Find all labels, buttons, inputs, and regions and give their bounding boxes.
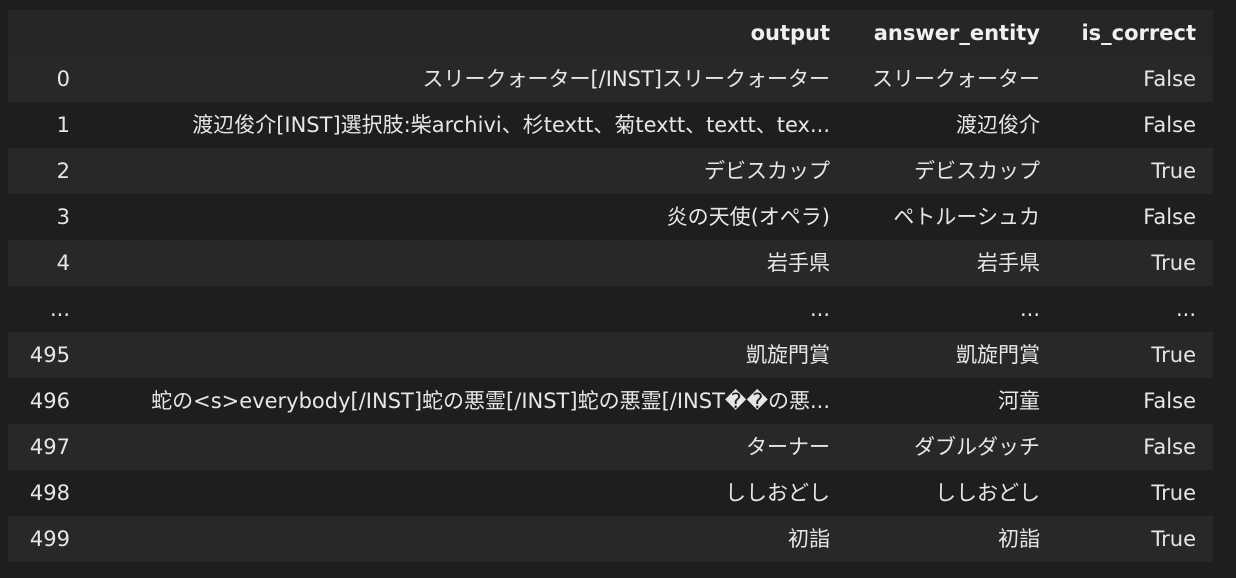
cell-is-correct: False xyxy=(1143,435,1196,459)
row-index: 495 xyxy=(29,343,70,367)
dataframe-table: output answer_entity is_correct 0 スリークォー… xyxy=(8,10,1213,562)
cell-answer-entity: 凱旋門賞 xyxy=(956,343,1040,367)
cell-output: 凱旋門賞 xyxy=(746,343,830,367)
row-index: 496 xyxy=(29,389,70,413)
cell-is-correct: False xyxy=(1143,205,1196,229)
cell-output: ししおどし xyxy=(725,481,830,505)
row-index: 498 xyxy=(29,481,70,505)
table-row: 496 蛇の<s>everybody[/INST]蛇の悪霊[/INST]蛇の悪霊… xyxy=(8,378,1213,424)
cell-answer-entity: 岩手県 xyxy=(977,251,1040,275)
cell-answer-entity: スリークォーター xyxy=(872,67,1040,91)
cell-output: 渡辺俊介[INST]選択肢:柴archivi、杉textt、菊textt、tex… xyxy=(192,113,830,137)
cell-output: 炎の天使(オペラ) xyxy=(666,205,830,229)
cell-is-correct: True xyxy=(1151,527,1196,551)
cell-answer-entity: 渡辺俊介 xyxy=(956,113,1040,137)
column-header-answer-entity: answer_entity xyxy=(847,10,1057,56)
table-row: 1 渡辺俊介[INST]選択肢:柴archivi、杉textt、菊textt、t… xyxy=(8,102,1213,148)
column-header-output: output xyxy=(94,10,847,56)
row-index: 3 xyxy=(56,205,70,229)
table-row: 497 ターナー ダブルダッチ False xyxy=(8,424,1213,470)
cell-output: デビスカップ xyxy=(704,159,830,183)
row-index: 497 xyxy=(29,435,70,459)
cell-output: 岩手県 xyxy=(767,251,830,275)
dataframe-output: output answer_entity is_correct 0 スリークォー… xyxy=(8,10,1213,562)
table-row: 0 スリークォーター[/INST]スリークォーター スリークォーター False xyxy=(8,56,1213,102)
cell-answer-entity: ペトルーシュカ xyxy=(893,205,1040,229)
column-header-is-correct: is_correct xyxy=(1057,10,1213,56)
row-index: 0 xyxy=(56,67,70,91)
cell-output: スリークォーター[/INST]スリークォーター xyxy=(422,67,830,91)
table-row: 4 岩手県 岩手県 True xyxy=(8,240,1213,286)
index-header xyxy=(8,10,94,56)
cell-answer-entity: ... xyxy=(1019,297,1040,321)
cell-is-correct: False xyxy=(1143,389,1196,413)
cell-output: 蛇の<s>everybody[/INST]蛇の悪霊[/INST]蛇の悪霊[/IN… xyxy=(151,389,830,413)
row-index: 2 xyxy=(56,159,70,183)
row-index: 499 xyxy=(29,527,70,551)
table-row: 2 デビスカップ デビスカップ True xyxy=(8,148,1213,194)
table-header: output answer_entity is_correct xyxy=(8,10,1213,56)
cell-is-correct: True xyxy=(1151,481,1196,505)
cell-is-correct: ... xyxy=(1175,297,1196,321)
cell-is-correct: True xyxy=(1151,343,1196,367)
cell-answer-entity: ダブルダッチ xyxy=(914,435,1040,459)
cell-answer-entity: デビスカップ xyxy=(914,159,1040,183)
row-index: 4 xyxy=(56,251,70,275)
cell-is-correct: True xyxy=(1151,251,1196,275)
row-index: 1 xyxy=(56,113,70,137)
ellipsis-row: ... ... ... ... xyxy=(8,286,1213,332)
cell-is-correct: False xyxy=(1143,113,1196,137)
table-row: 499 初詣 初詣 True xyxy=(8,516,1213,562)
cell-answer-entity: 河童 xyxy=(998,389,1040,413)
cell-is-correct: False xyxy=(1143,67,1196,91)
table-row: 498 ししおどし ししおどし True xyxy=(8,470,1213,516)
cell-output: ターナー xyxy=(746,435,830,459)
cell-answer-entity: 初詣 xyxy=(998,527,1040,551)
table-body: 0 スリークォーター[/INST]スリークォーター スリークォーター False… xyxy=(8,56,1213,562)
cell-answer-entity: ししおどし xyxy=(935,481,1040,505)
header-row: output answer_entity is_correct xyxy=(8,10,1213,56)
cell-output: ... xyxy=(809,297,830,321)
row-index: ... xyxy=(49,297,70,321)
cell-is-correct: True xyxy=(1151,159,1196,183)
table-row: 495 凱旋門賞 凱旋門賞 True xyxy=(8,332,1213,378)
cell-output: 初詣 xyxy=(788,527,830,551)
table-row: 3 炎の天使(オペラ) ペトルーシュカ False xyxy=(8,194,1213,240)
